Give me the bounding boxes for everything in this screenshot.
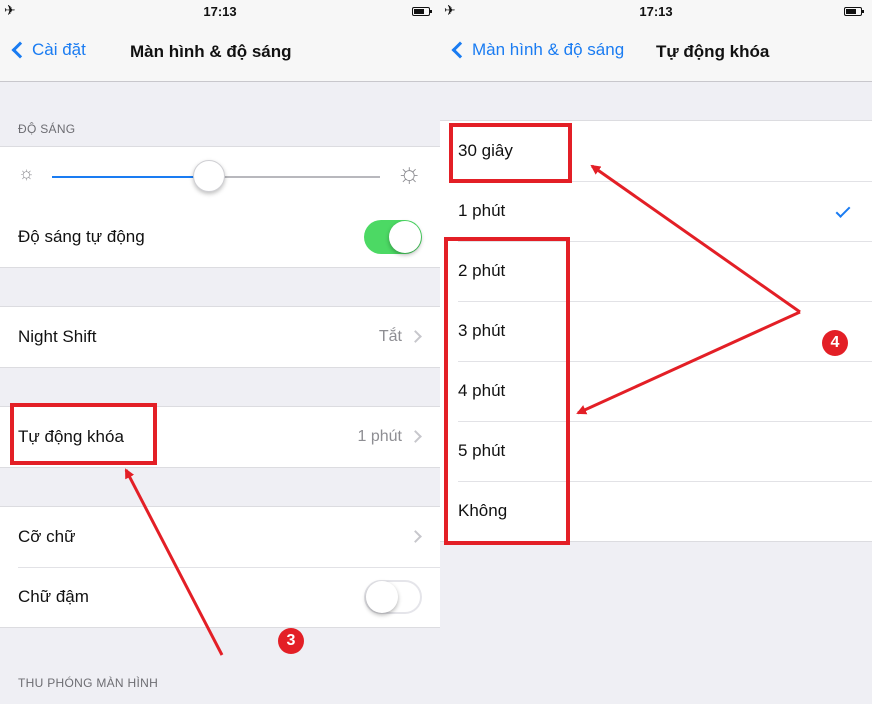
arrow-to-auto-lock (124, 468, 224, 656)
step-badge-3: 3 (278, 628, 304, 654)
step-badge-4: 4 (822, 330, 848, 356)
arrow-to-minute-options (576, 310, 801, 415)
annotation-arrows (124, 164, 801, 656)
arrow-to-30s (590, 164, 801, 314)
